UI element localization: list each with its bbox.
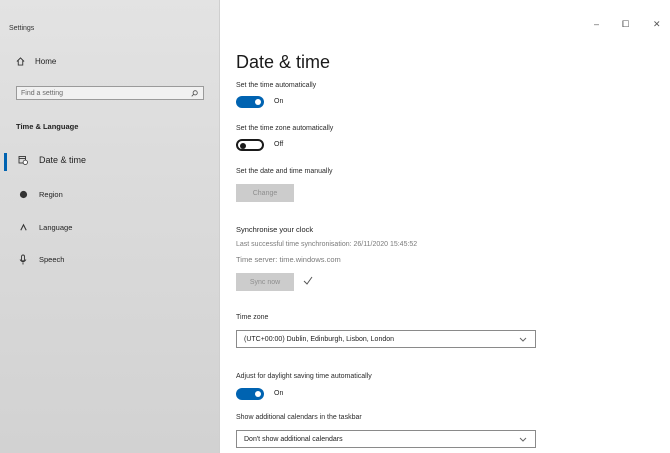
app-title: Settings [9,25,35,32]
dst-toggle[interactable] [236,388,264,400]
sidebar-item-region[interactable]: Region [16,190,63,199]
home-icon [16,57,25,66]
calendars-label: Show additional calendars in the taskbar [236,414,362,421]
chevron-down-icon [519,337,527,342]
home-link[interactable]: Home [16,57,56,66]
search-input[interactable]: Find a setting [16,86,204,100]
globe-icon [19,190,27,199]
language-icon [19,223,27,231]
microphone-icon [19,254,27,265]
selection-indicator [4,153,7,171]
timezone-value: (UTC+00:00) Dublin, Edinburgh, Lisbon, L… [244,335,395,343]
set-zone-auto-toggle[interactable] [236,139,264,151]
sidebar-item-speech[interactable]: Speech [16,254,64,265]
sidebar-item-label: Language [39,223,73,232]
calendars-value: Don't show additional calendars [244,435,343,443]
section-title: Time & Language [16,122,79,131]
set-zone-auto-label: Set the time zone automatically [236,125,334,132]
calendar-clock-icon [18,156,28,165]
timezone-label: Time zone [236,314,269,321]
calendars-select[interactable]: Don't show additional calendars [236,430,536,448]
last-sync-text: Last successful time synchronisation: 26… [236,241,418,248]
search-icon [191,90,198,97]
sidebar-item-label: Region [39,190,63,199]
sync-heading: Synchronise your clock [236,225,314,234]
change-button[interactable]: Change [236,184,294,202]
timezone-select[interactable]: (UTC+00:00) Dublin, Edinburgh, Lisbon, L… [236,330,536,348]
sidebar: Settings Home Find a setting Time & Lang… [0,0,220,453]
set-time-auto-toggle[interactable] [236,96,264,108]
home-label: Home [35,57,57,66]
sidebar-item-language[interactable]: Language [16,223,72,232]
set-zone-auto-state: Off [274,141,284,148]
dst-label: Adjust for daylight saving time automati… [236,373,372,380]
sidebar-item-date-time[interactable]: Date & time [16,155,86,165]
set-time-auto-state: On [274,98,284,105]
main-content: Date & time Set the time automatically O… [219,0,670,453]
checkmark-icon [303,276,313,285]
sidebar-item-label: Speech [39,255,65,264]
page-title: Date & time [236,52,331,72]
search-placeholder: Find a setting [21,89,64,97]
chevron-down-icon [519,437,527,442]
set-time-auto-label: Set the time automatically [236,82,317,89]
dst-state: On [274,390,284,397]
manual-label: Set the date and time manually [236,168,333,175]
sidebar-item-label: Date & time [39,155,87,165]
time-server-text: Time server: time.windows.com [236,255,341,264]
sync-now-button[interactable]: Sync now [236,273,294,291]
